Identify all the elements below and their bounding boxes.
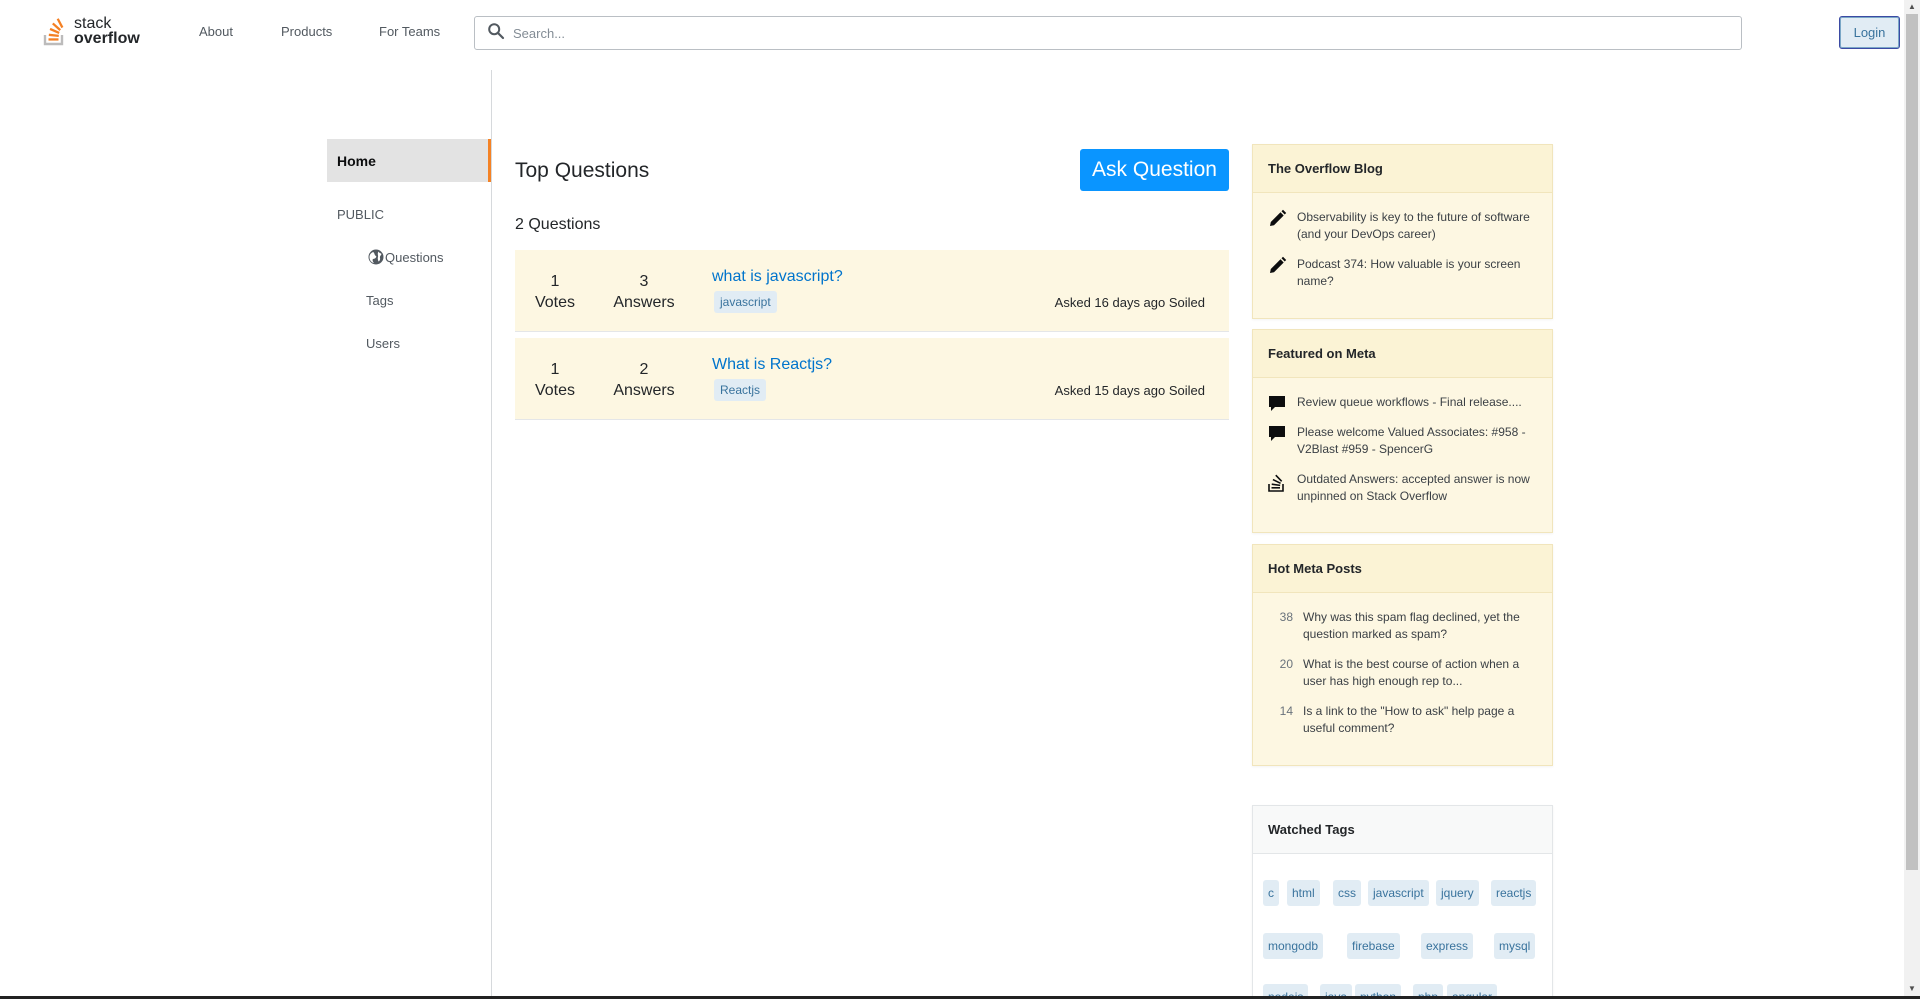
- vote-number: 1: [550, 361, 560, 378]
- answer-number: 3: [639, 273, 649, 290]
- hot-post-text[interactable]: Is a link to the "How to ask" help page …: [1303, 703, 1542, 737]
- featured-meta-widget: Featured on Meta Review queue workflows …: [1252, 329, 1553, 533]
- vote-number: 1: [550, 273, 560, 290]
- sidebar-item-questions[interactable]: Questions: [367, 248, 444, 266]
- meta-item[interactable]: Review queue workflows - Final release..…: [1267, 394, 1542, 419]
- answer-count: 3 Answers: [604, 271, 684, 313]
- watched-tag[interactable]: reactjs: [1491, 880, 1537, 906]
- nav-about[interactable]: About: [199, 24, 233, 39]
- watched-tag[interactable]: mongodb: [1263, 933, 1324, 959]
- watched-tag[interactable]: java: [1320, 984, 1353, 996]
- meta-item[interactable]: Outdated Answers: accepted answer is now…: [1267, 471, 1542, 505]
- watched-tag[interactable]: javascript: [1368, 880, 1429, 906]
- question-meta: Asked 15 days ago Soiled: [1054, 383, 1205, 398]
- widget-title: Featured on Meta: [1253, 330, 1552, 378]
- question-row: 1 Votes 3 Answers what is javascript? ja…: [515, 250, 1229, 332]
- stack-logo-icon: [42, 15, 68, 47]
- answer-label: Answers: [613, 382, 675, 399]
- vote-label: Votes: [534, 294, 576, 311]
- speech-bubble-icon: [1267, 394, 1289, 419]
- speech-bubble-icon: [1267, 424, 1289, 458]
- search-icon: [487, 22, 505, 45]
- sidebar-divider: [491, 70, 492, 996]
- sidebar-section-public: PUBLIC: [337, 207, 384, 222]
- hot-post-text[interactable]: What is the best course of action when a…: [1303, 656, 1542, 690]
- hot-meta-posts-widget: Hot Meta Posts 38 Why was this spam flag…: [1252, 544, 1553, 766]
- watched-tags-widget: Watched Tags c html css javascript jquer…: [1252, 805, 1553, 996]
- watched-tag[interactable]: jquery: [1436, 880, 1479, 906]
- logo-line-1: stack: [74, 15, 112, 32]
- hot-post-item[interactable]: 14 Is a link to the "How to ask" help pa…: [1267, 703, 1542, 737]
- pencil-icon: [1267, 256, 1289, 290]
- search-box[interactable]: [474, 16, 1742, 50]
- watched-tag[interactable]: python: [1355, 984, 1402, 996]
- sidebar-item-home[interactable]: Home: [327, 139, 491, 182]
- page-title: Top Questions: [515, 159, 650, 182]
- nav-products[interactable]: Products: [281, 24, 332, 39]
- site-logo[interactable]: stack overflow: [42, 14, 142, 48]
- overflow-blog-widget: The Overflow Blog Observability is key t…: [1252, 144, 1553, 319]
- question-row: 1 Votes 2 Answers What is Reactjs? React…: [515, 338, 1229, 420]
- globe-icon: [367, 248, 385, 266]
- scrollbar-thumb[interactable]: [1906, 14, 1918, 870]
- login-button[interactable]: Login: [1839, 16, 1900, 49]
- search-input[interactable]: [513, 25, 1713, 41]
- scroll-down-arrow-icon[interactable]: ▼: [1906, 984, 1918, 994]
- hot-post-item[interactable]: 20 What is the best course of action whe…: [1267, 656, 1542, 690]
- hot-post-score: 38: [1279, 610, 1293, 624]
- hot-post-score: 14: [1279, 704, 1293, 718]
- watched-tag[interactable]: angular: [1447, 984, 1498, 996]
- hot-post-score: 20: [1279, 657, 1293, 671]
- vote-count: 1 Votes: [515, 271, 595, 313]
- watched-tag[interactable]: css: [1333, 880, 1361, 906]
- answer-number: 2: [639, 361, 649, 378]
- widget-title: The Overflow Blog: [1253, 145, 1552, 193]
- ask-question-button[interactable]: Ask Question: [1080, 149, 1229, 191]
- hot-post-item[interactable]: 38 Why was this spam flag declined, yet …: [1267, 609, 1542, 643]
- answer-label: Answers: [613, 294, 675, 311]
- widget-title: Watched Tags: [1253, 806, 1552, 854]
- meta-item[interactable]: Please welcome Valued Associates: #958 -…: [1267, 424, 1542, 458]
- nav-for-teams[interactable]: For Teams: [379, 24, 440, 39]
- blog-item-text[interactable]: Observability is key to the future of so…: [1297, 209, 1542, 243]
- watched-tag[interactable]: html: [1287, 880, 1320, 906]
- logo-wordmark: stack overflow: [74, 15, 140, 47]
- watched-tag[interactable]: php: [1413, 984, 1444, 996]
- hot-post-text[interactable]: Why was this spam flag declined, yet the…: [1303, 609, 1542, 643]
- vote-count: 1 Votes: [515, 359, 595, 401]
- watched-tag[interactable]: c: [1263, 880, 1279, 906]
- scroll-up-arrow-icon[interactable]: ▲: [1906, 2, 1918, 12]
- sidebar-item-questions-label: Questions: [385, 249, 444, 265]
- watched-tag[interactable]: nodejs: [1263, 984, 1309, 996]
- answer-count: 2 Answers: [604, 359, 684, 401]
- blog-item-text[interactable]: Podcast 374: How valuable is your screen…: [1297, 256, 1542, 290]
- blog-item[interactable]: Podcast 374: How valuable is your screen…: [1267, 256, 1542, 290]
- blog-item[interactable]: Observability is key to the future of so…: [1267, 209, 1542, 243]
- watched-tag[interactable]: firebase: [1347, 933, 1400, 959]
- meta-item-text[interactable]: Outdated Answers: accepted answer is now…: [1297, 471, 1542, 505]
- vote-label: Votes: [534, 382, 576, 399]
- sidebar-item-users[interactable]: Users: [366, 336, 400, 351]
- pencil-icon: [1267, 209, 1289, 243]
- question-tag[interactable]: Reactjs: [714, 379, 767, 401]
- meta-item-text[interactable]: Please welcome Valued Associates: #958 -…: [1297, 424, 1542, 458]
- question-tag[interactable]: javascript: [714, 291, 777, 313]
- watched-tag[interactable]: mysql: [1494, 933, 1536, 959]
- sidebar-item-tags[interactable]: Tags: [366, 293, 393, 308]
- widget-title: Hot Meta Posts: [1253, 545, 1552, 593]
- logo-line-2: overflow: [74, 30, 140, 47]
- question-meta: Asked 16 days ago Soiled: [1054, 295, 1205, 310]
- meta-item-text[interactable]: Review queue workflows - Final release..…: [1297, 394, 1522, 419]
- top-bar: stack overflow About Products For Teams …: [0, 0, 1904, 66]
- page-viewport: stack overflow About Products For Teams …: [0, 0, 1904, 996]
- question-count: 2 Questions: [515, 216, 601, 233]
- watched-tag[interactable]: express: [1421, 933, 1474, 959]
- left-sidebar: [0, 68, 492, 996]
- stack-overflow-icon: [1267, 471, 1289, 505]
- question-title-link[interactable]: what is javascript?: [712, 268, 843, 286]
- question-title-link[interactable]: What is Reactjs?: [712, 356, 832, 374]
